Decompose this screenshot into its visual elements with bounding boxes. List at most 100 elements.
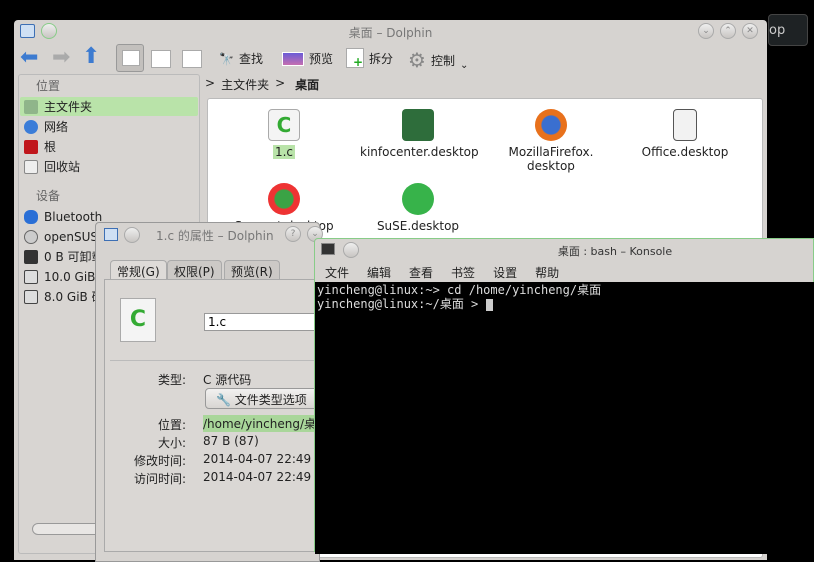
menu-view[interactable]: 查看 [409,266,433,280]
breadcrumb-current[interactable]: 桌面 [295,76,319,93]
modified-label: 修改时间: [133,454,186,468]
sidebar-item-home[interactable]: 主文件夹 [20,97,198,116]
konsole-window: 桌面 : bash – Konsole 文件 编辑 查看 书签 设置 帮助 yinchen… [314,238,814,554]
trash-icon [24,159,38,174]
binoculars-icon: 🔭 [219,51,234,66]
location-label: 位置: [157,418,186,432]
find-label: 查找 [238,52,263,66]
gear-icon: ⚙ [408,48,426,72]
preview-button[interactable]: 预览 [282,50,333,67]
terminal-line: yincheng@linux:~> cd /home/yincheng/桌面 [317,283,602,297]
file-item[interactable]: Office.desktop [625,109,745,159]
dialog-title: 1.c 的属性 – Dolphin [156,229,274,243]
home-folder-icon [24,99,38,114]
konsole-menubar: 文件 编辑 查看 书签 设置 帮助 [325,264,577,281]
type-value: C 源代码 [203,373,252,387]
file-name: kinfocenter.desktop [360,145,479,159]
sidebar-item-network[interactable]: 网络 [20,117,198,136]
keep-above-button[interactable] [124,227,140,243]
konsole-app-icon[interactable] [321,243,335,255]
sidebar-item-label: 根 [44,140,57,154]
breadcrumb-separator: > [205,76,216,90]
cursor [485,298,493,311]
menu-bookmarks[interactable]: 书签 [451,266,475,280]
disc-icon [24,229,38,244]
help-button[interactable]: ? [285,226,301,242]
removable-drive-icon [24,249,38,264]
c-source-file-icon: C [268,109,300,141]
network-icon [24,119,38,134]
file-name: SuSE.desktop [376,219,460,233]
chevron-down-icon: ⌄ [459,59,469,71]
tab-permissions[interactable]: 权限(P) [167,260,222,280]
sidebar-item-label: 主文件夹 [44,100,93,114]
keep-above-button[interactable] [343,242,359,258]
breadcrumb-home[interactable]: 主文件夹 [221,76,269,93]
wrench-icon: 🔧 [216,393,231,407]
file-name: 1.c [272,145,296,159]
accessed-label: 访问时间: [133,472,186,486]
menu-edit[interactable]: 编辑 [367,266,391,280]
split-icon: + [346,48,364,69]
bluetooth-icon [24,209,38,224]
columns-view-button[interactable] [182,50,202,68]
file-item[interactable]: kinfocenter.desktop [358,109,479,159]
split-label: 拆分 [369,51,394,66]
size-label: 大小: [157,436,186,450]
places-header: 位置 [36,79,61,93]
minimize-button[interactable]: ⌄ [698,23,714,39]
file-type-options-button[interactable]: 🔧 文件类型选项 [205,388,323,409]
control-label: 控制 [430,53,455,68]
root-folder-icon [24,139,38,154]
location-value: /home/yincheng/桌面 [203,415,320,432]
window-title: 桌面 – Dolphin [348,26,433,40]
sidebar-item-trash[interactable]: 回收站 [20,157,198,176]
suse-icon [402,183,434,215]
sidebar-item-label: 网络 [44,120,69,134]
sidebar-item-label: Bluetooth [44,209,103,224]
background-panel: op [768,14,808,46]
file-item[interactable]: SuSE.desktop [358,183,478,233]
back-button[interactable]: ⬅ [20,47,38,69]
modified-value: 2014-04-07 22:49 [203,452,312,466]
type-label: 类型: [157,373,186,387]
icons-view-button[interactable] [116,44,144,72]
terminal[interactable]: yincheng@linux:~> cd /home/yincheng/桌面 y… [315,282,814,554]
breadcrumb-separator: > [275,76,286,90]
control-button[interactable]: ⚙ 控制 ⌄ [408,48,468,72]
details-view-button[interactable] [151,50,171,68]
split-button[interactable]: + 拆分 [346,48,394,69]
support-lifebuoy-icon [268,183,300,215]
breadcrumb: > 主文件夹 > 桌面 [205,76,319,93]
size-value: 87 B (87) [203,434,259,448]
file-name: Office.desktop [641,145,729,159]
window-menu-icon[interactable] [104,228,118,241]
sidebar-item-root[interactable]: 根 [20,137,198,156]
file-item[interactable]: C 1.c [224,109,344,159]
c-source-file-icon: C [120,298,156,342]
document-icon [673,109,697,141]
devices-header: 设备 [36,189,61,203]
menu-help[interactable]: 帮助 [535,266,559,280]
panel-text: op [769,23,786,38]
prompt: yincheng@linux:~/桌面 > [317,297,486,311]
up-button[interactable]: ⬆ [82,46,100,68]
menu-file[interactable]: 文件 [325,266,349,280]
file-type-options-label: 文件类型选项 [234,393,307,407]
file-name: MozillaFirefox. desktop [508,145,594,173]
find-button[interactable]: 🔭 查找 [219,50,263,67]
firefox-icon [535,109,567,141]
sidebar-item-label: 回收站 [44,160,81,174]
tab-general[interactable]: 常规(G) [110,260,167,280]
filename-input[interactable] [204,313,320,331]
preview-label: 预览 [309,52,334,66]
menu-settings[interactable]: 设置 [493,266,517,280]
close-button[interactable]: ✕ [742,23,758,39]
file-item[interactable]: MozillaFirefox. desktop [491,109,611,173]
hard-disk-icon [24,289,38,304]
kinfocenter-icon [402,109,434,141]
forward-button[interactable]: ➡ [52,47,70,69]
terminal-line: yincheng@linux:~/桌面 > [317,297,813,311]
maximize-button[interactable]: ⌃ [720,23,736,39]
tab-preview[interactable]: 预览(R) [224,260,280,280]
